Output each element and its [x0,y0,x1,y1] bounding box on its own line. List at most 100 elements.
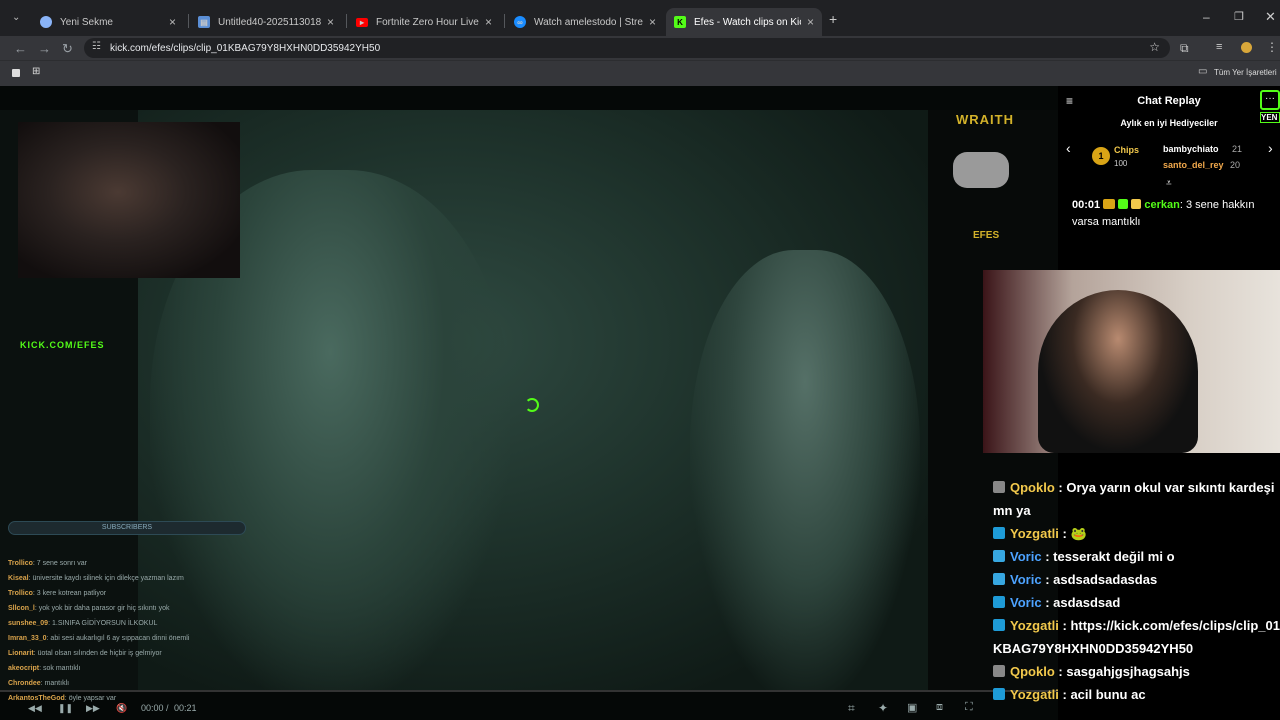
overlay-chat-line: Sllcon_l: yok yok bir daha parasor gir h… [8,605,170,612]
badge-icon [1131,199,1142,209]
user-badge-icon [993,527,1005,539]
chat-line: Yozgatli : 🐸 [993,522,1280,545]
chat-username[interactable]: Qpoklo [1010,664,1055,679]
chat-username[interactable]: Qpoklo [1010,480,1055,495]
overlay-chat-line: Kiseal: üniversite kaydı silinek için di… [8,575,184,582]
overlay-chat-line: akeocript: sok mantıklı [8,665,81,672]
streamer-label: EFES [973,230,1000,241]
user-badge-icon [993,481,1005,493]
address-bar[interactable]: ☷ kick.com/efes/clips/clip_01KBAG79Y8HXH… [84,38,1170,58]
chat-username[interactable]: Voric [1010,595,1042,610]
tab-kick-efes[interactable]: K Efes - Watch clips on Kick × [666,8,822,36]
video-person-right [690,250,920,690]
user-badge-icon [993,665,1005,677]
gifter-name[interactable]: bambychiato [1163,144,1219,154]
all-bookmarks[interactable]: Tüm Yer İşaretleri [1214,68,1277,77]
chat-options-button[interactable]: ··· [1260,90,1280,110]
tab-fortnite[interactable]: ▸ Fortnite Zero Hour Live Event F × [348,8,500,36]
progress-bar[interactable] [0,690,1058,692]
chevron-left-icon[interactable]: ‹ [1066,140,1071,156]
forward-icon[interactable]: → [38,41,51,56]
overlay-chat-line: Trollico: 7 sene sonrı var [8,560,87,567]
gifter-count: 21 [1232,144,1243,154]
webcam-left [18,122,240,278]
rewind-icon[interactable]: ◀◀ [28,703,42,714]
webcam-right [983,270,1280,453]
overlay-chat-line: Trollico: 3 kere kotrean patliyor [8,590,107,597]
close-icon[interactable]: × [807,15,814,29]
new-tab-icon[interactable]: + [829,11,837,27]
maximize-icon[interactable]: ❐ [1234,10,1244,23]
profile-icon[interactable] [1241,42,1252,53]
close-window-icon[interactable]: ✕ [1265,9,1276,25]
chat-line: Qpoklo : Orya yarın okul var sıkıntı kar… [993,476,1280,522]
chat-text: : asdsadsadasdas [1045,572,1158,587]
overlay-chat-large: Qpoklo : Orya yarın okul var sıkıntı kar… [993,476,1280,706]
close-icon[interactable]: × [649,15,656,29]
fullscreen-icon[interactable]: ⛶ [965,701,973,714]
chat-title: Chat Replay [1137,95,1201,107]
media-icon[interactable]: ≡ [1216,41,1222,53]
current-time: 00:00 [141,703,164,713]
overlay-chat-line: Lionarit: üotal olsan sılınden de hiçbir… [8,650,162,657]
user-badge-icon [993,573,1005,585]
menu-icon[interactable]: ⋮ [1266,40,1278,54]
chat-username[interactable]: Voric [1010,572,1042,587]
loading-spinner [525,398,539,412]
close-icon[interactable]: × [485,15,492,29]
minimize-icon[interactable]: – [1203,10,1210,24]
tab-untitled[interactable]: ▤ Untitled40-20251130184114 h × [190,8,342,36]
overlay-chat-line: Imran_33_0: abi sesi aukarlıgıl 6 ay sıp… [8,635,190,642]
gifter-count: 20 [1230,160,1241,170]
bookmark-star-icon[interactable]: ☆ [1149,40,1160,54]
chat-line: Voric : asdasdsad [993,591,1280,614]
chevron-right-icon[interactable]: › [1268,140,1273,156]
top-gifter-rank: 1 [1092,147,1110,165]
doc-icon: ▤ [198,16,210,28]
tab-streamable[interactable]: ∞ Watch amelestodo | Streamable × [506,8,664,36]
tab-new-tab[interactable]: Yeni Sekme × [32,8,184,36]
overlay-chat-line: sunshee_09: 1.SINIFA GİDİYORSUN İLKOKUL [8,620,158,627]
overlay-chat-line: Chrondee: mantıklı [8,680,70,687]
chat-text: : acil bunu ac [1062,687,1146,702]
badge-icon [1103,199,1116,209]
duration: 00:21 [174,703,197,713]
stop-icon[interactable] [12,69,20,77]
chat-line: Voric : asdsadsadasdas [993,568,1280,591]
mute-icon[interactable]: 🔇 [116,703,127,714]
chrome-icon [40,16,52,28]
url-text: kick.com/efes/clips/clip_01KBAG79Y8HXHN0… [110,42,381,54]
gifter-name[interactable]: santo_del_rey [1163,160,1224,170]
player-controls: ◀◀ ❚❚ ▶▶ 🔇 00:00 / 00:21 ⌗ ✦ ▣ ⧈ ⛶ [28,701,973,716]
bookmarks-bar: ⊞ ▭ Tüm Yer İşaretleri [0,60,1280,86]
user-badge-icon [993,550,1005,562]
chat-username[interactable]: Yozgatli [1010,687,1059,702]
user-badge-icon [993,596,1005,608]
forward-icon[interactable]: ▶▶ [86,703,100,714]
chat-line: Yozgatli : acil bunu ac [993,683,1280,706]
folder-icon: ▭ [1198,66,1208,77]
close-icon[interactable]: × [327,15,334,29]
theater-icon[interactable]: ▣ [907,701,917,714]
chat-username[interactable]: Yozgatli [1010,618,1059,633]
extensions-icon[interactable]: ⧉ [1180,41,1189,56]
pause-icon[interactable]: ❚❚ [58,703,73,714]
top-gifter-name[interactable]: Chips [1114,145,1139,155]
pip-icon[interactable]: ⧈ [936,701,943,714]
apps-grid-icon[interactable]: ⊞ [32,66,40,77]
site-info-icon[interactable]: ☷ [92,41,101,52]
chat-message: 00:01 cerkan: 3 sene hakkın varsa mantık… [1072,199,1255,228]
chat-text: : asdasdsad [1045,595,1121,610]
crop-icon[interactable]: ⌗ [848,701,855,716]
chat-text: : tesserakt değil mi o [1045,549,1175,564]
chat-username[interactable]: Yozgatli [1010,526,1059,541]
channel-url-text: KICK.COM/EFES [20,340,105,350]
close-icon[interactable]: × [169,15,176,29]
expand-icon[interactable]: ⩡ [1166,178,1172,189]
reload-icon[interactable]: ↻ [62,41,73,57]
tab-search-icon[interactable]: ⌄ [12,12,20,23]
sparkle-icon[interactable]: ✦ [878,701,888,715]
back-icon[interactable]: ← [14,41,27,56]
chat-username[interactable]: Voric [1010,549,1042,564]
tab-strip: ⌄ Yeni Sekme × ▤ Untitled40-202511301841… [0,0,1280,36]
